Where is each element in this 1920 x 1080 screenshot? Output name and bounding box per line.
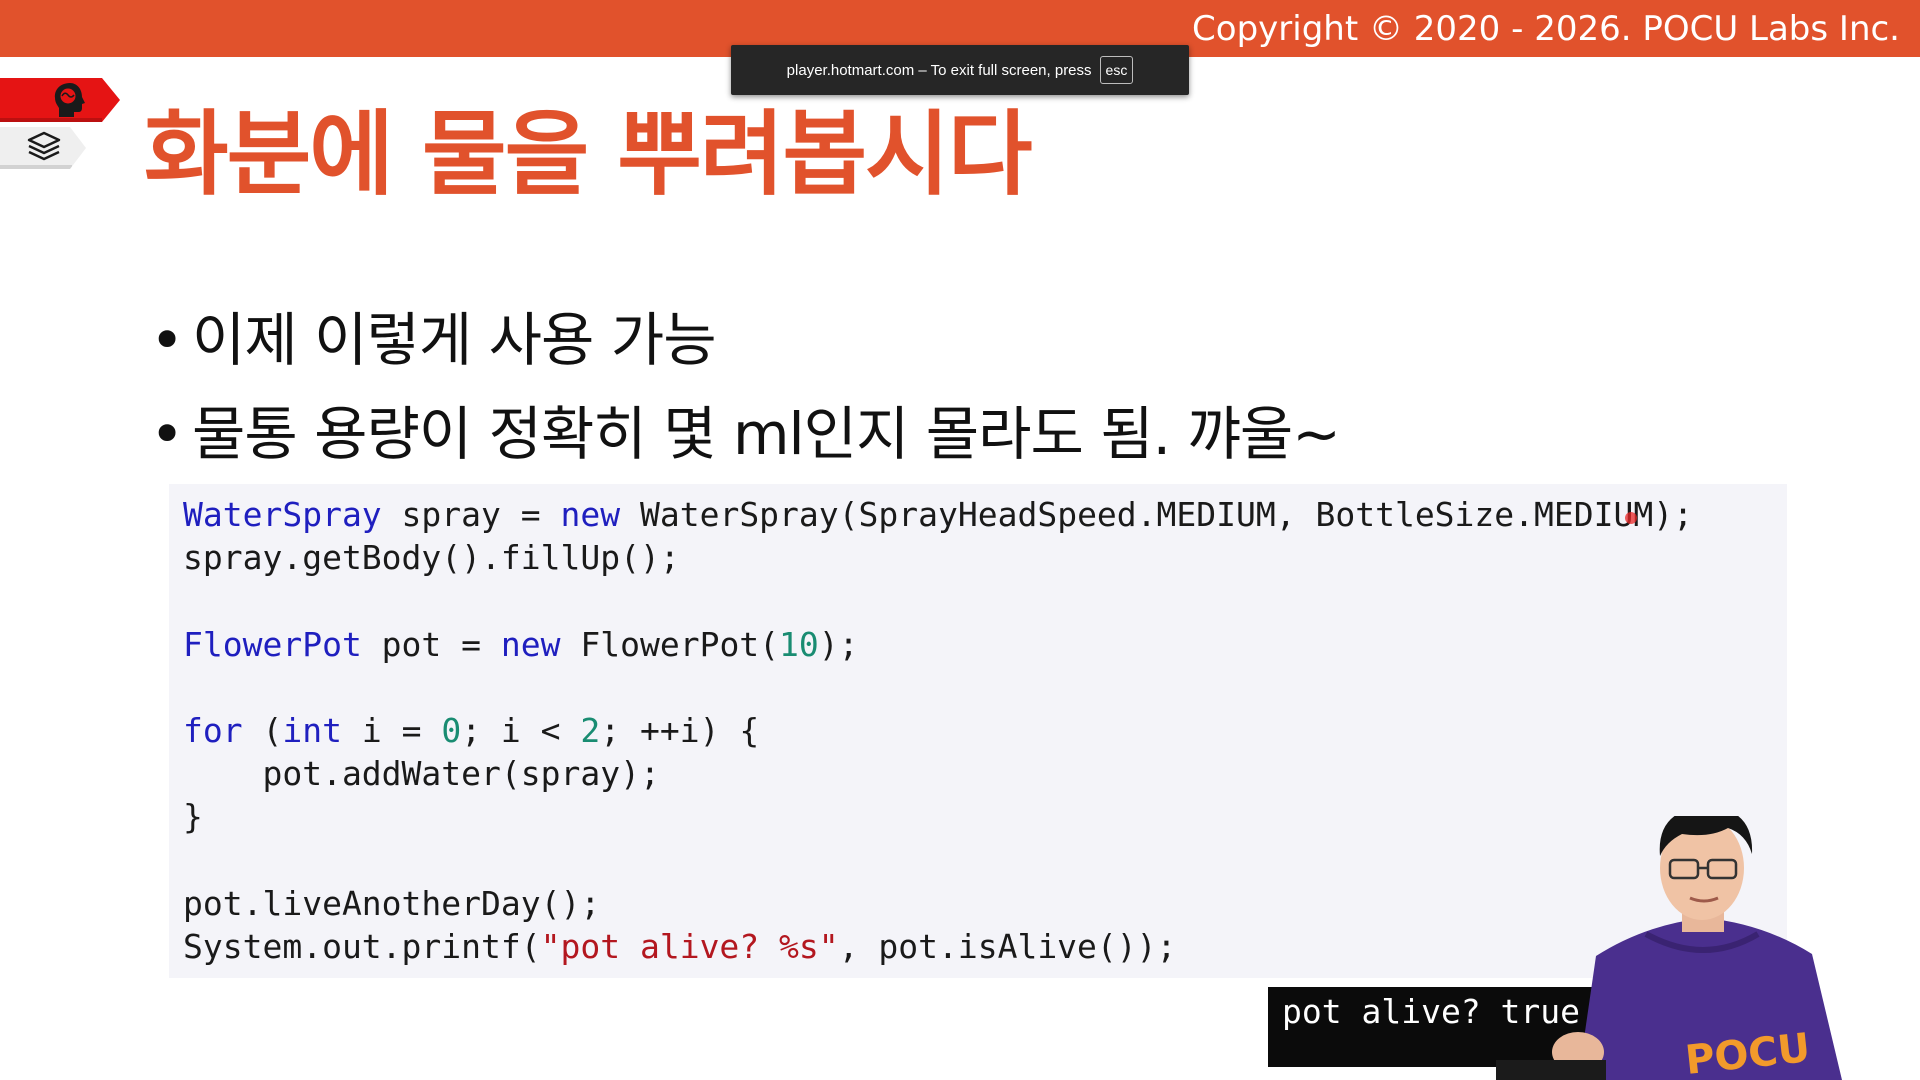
code-line: } [183, 797, 203, 837]
code-line: pot.addWater(spray); [183, 754, 660, 794]
esc-key-hint: esc [1099, 56, 1134, 84]
fullscreen-notice-message: player.hotmart.com – To exit full screen… [786, 61, 1092, 79]
code-line: pot.liveAnotherDay(); [183, 883, 601, 923]
copyright-text: Copyright © 2020 - 2026. POCU Labs Inc. [1192, 9, 1900, 49]
code-line: spray.getBody().fillUp(); [183, 538, 680, 578]
code-line: for (int i = 0; i < 2; ++i) { [183, 711, 760, 751]
code-line: FlowerPot pot = new FlowerPot(10); [183, 624, 859, 664]
fullscreen-notice: player.hotmart.com – To exit full screen… [731, 45, 1189, 95]
bullet-item: • 물통 용량이 정확히 몇 ml인지 몰라도 됨. 꺄울~ [150, 394, 1341, 488]
slide-title: 화분에 물을 뿌려봅시다 [144, 101, 1032, 208]
code-line: System.out.printf("pot alive? %s", pot.i… [183, 927, 1177, 967]
bullet-marker: • [150, 306, 184, 374]
bullet-list: • 이제 이렇게 사용 가능 • 물통 용량이 정확히 몇 ml인지 몰라도 됨. … [150, 300, 1341, 488]
bullet-marker: • [150, 400, 184, 468]
bullet-item: • 이제 이렇게 사용 가능 [150, 300, 1340, 394]
bullet-text: 물통 용량이 정확히 몇 ml인지 몰라도 됨. 꺄울~ [192, 400, 1341, 468]
bullet-text: 이제 이렇게 사용 가능 [192, 306, 717, 374]
brain-head-icon [54, 83, 85, 117]
mouse-pointer-dot [1625, 512, 1637, 524]
book-stack-icon [27, 131, 61, 161]
code-line: WaterSpray spray = new WaterSpray(SprayH… [183, 495, 1693, 534]
presenter-video: POCU [1496, 816, 1842, 1080]
